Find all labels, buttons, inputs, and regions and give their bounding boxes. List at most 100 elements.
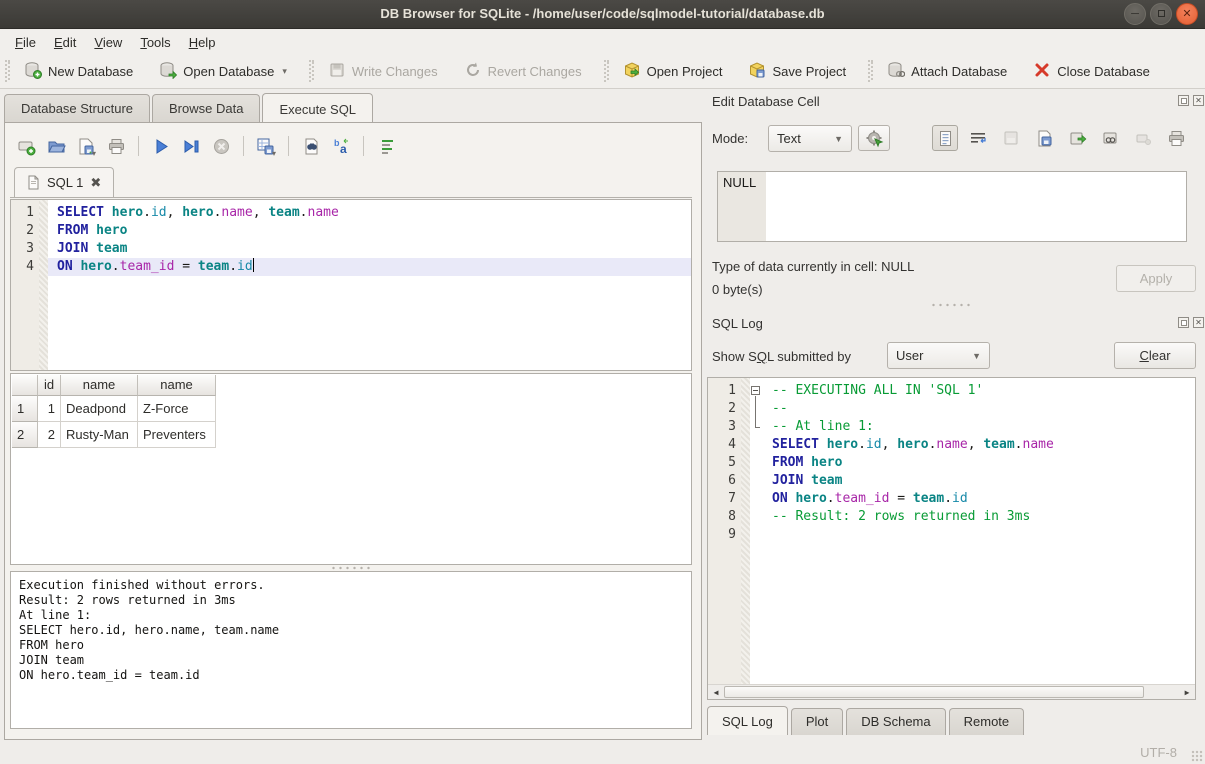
menu-help[interactable]: Help	[180, 32, 225, 53]
attach-database-icon	[887, 61, 905, 82]
code-token: -- EXECUTING ALL IN 'SQL 1'	[772, 383, 983, 398]
mode-select[interactable]: Text▼	[768, 125, 852, 152]
maximize-icon[interactable]	[1150, 3, 1172, 25]
set-as-link-icon[interactable]	[1097, 125, 1123, 151]
print-cell-icon[interactable]	[1163, 125, 1189, 151]
table-cell[interactable]: Deadpond	[61, 396, 138, 422]
scroll-right-icon[interactable]: ▶	[1180, 686, 1194, 699]
import-cell-icon[interactable]	[998, 125, 1024, 151]
execute-line-icon[interactable]	[179, 134, 203, 158]
export-cell-icon[interactable]	[1031, 125, 1057, 151]
code-token: .	[300, 205, 308, 220]
line-number: 4	[708, 436, 741, 454]
menu-file[interactable]: File	[6, 32, 45, 53]
table-cell[interactable]: Rusty-Man	[61, 422, 138, 448]
column-header-name[interactable]: name	[138, 375, 216, 396]
close-icon[interactable]: ✕	[1176, 3, 1198, 25]
dock-tab-remote[interactable]: Remote	[949, 708, 1025, 735]
print-icon[interactable]	[104, 134, 128, 158]
toolbar-button-label: Save Project	[772, 64, 846, 79]
code-token: name	[221, 205, 252, 220]
word-wrap-icon[interactable]	[965, 125, 991, 151]
code-token: id	[237, 259, 253, 274]
fold-collapse-icon[interactable]	[751, 386, 760, 395]
encoding-indicator[interactable]: UTF-8	[1140, 745, 1177, 760]
save-as-icon[interactable]	[1064, 125, 1090, 151]
execute-all-icon[interactable]	[149, 134, 173, 158]
close-panel-icon[interactable]: ✕	[1193, 317, 1204, 328]
results-table[interactable]: idnamename11DeadpondZ-Force22Rusty-ManPr…	[10, 373, 692, 565]
replace-icon[interactable]: ba	[329, 134, 353, 158]
column-header-name[interactable]: name	[61, 375, 138, 396]
save-sql-file-icon[interactable]: ▾	[74, 134, 98, 158]
column-header-id[interactable]: id	[38, 375, 61, 396]
dock-tab-sql-log[interactable]: SQL Log	[707, 706, 788, 735]
close-database-button[interactable]: Close Database	[1024, 57, 1159, 86]
code-token: id	[866, 437, 882, 452]
code-token: ON	[772, 491, 788, 506]
save-results-icon-dropdown[interactable]: ▾	[272, 149, 276, 158]
grid-corner-cell[interactable]	[12, 375, 38, 396]
code-token: hero	[80, 259, 111, 274]
clear-log-button[interactable]: Clear	[1114, 342, 1196, 369]
row-header[interactable]: 1	[12, 396, 38, 422]
float-panel-icon[interactable]	[1178, 95, 1189, 106]
code-token: SELECT	[772, 437, 819, 452]
tab-browse-data[interactable]: Browse Data	[152, 94, 260, 123]
menu-view[interactable]: View	[85, 32, 131, 53]
dock-tab-plot[interactable]: Plot	[791, 708, 843, 735]
new-database-button[interactable]: New Database	[15, 57, 142, 86]
cell-value-editor[interactable]: NULL	[717, 171, 1187, 242]
text-view-icon[interactable]	[932, 125, 958, 151]
sql-code[interactable]: SELECT hero.id, hero.name, team.nameFROM…	[48, 200, 691, 276]
apply-button[interactable]: Apply	[1116, 265, 1196, 292]
sql-tab-bar: SQL 1 ✖	[10, 168, 692, 198]
set-null-icon[interactable]	[1130, 125, 1156, 151]
open-database-button[interactable]: Open Database▾	[150, 57, 296, 86]
table-cell[interactable]: Preventers	[138, 422, 216, 448]
menu-tools[interactable]: Tools	[131, 32, 179, 53]
table-cell[interactable]: 1	[38, 396, 61, 422]
scrollbar-thumb[interactable]	[724, 686, 1144, 698]
save-sql-file-icon-dropdown[interactable]: ▾	[92, 149, 96, 158]
format-sql-icon[interactable]	[374, 134, 398, 158]
dropdown-arrow-icon[interactable]: ▾	[282, 66, 287, 77]
sql-log-editor[interactable]: 123456789 -- EXECUTING ALL IN 'SQL 1'---…	[707, 377, 1196, 700]
tab-database-structure[interactable]: Database Structure	[4, 94, 150, 123]
log-code[interactable]: -- EXECUTING ALL IN 'SQL 1'---- At line …	[763, 378, 1195, 544]
scroll-left-icon[interactable]: ◀	[709, 686, 723, 699]
resize-grip[interactable]	[1191, 750, 1203, 762]
dock-splitter-handle[interactable]	[930, 303, 972, 307]
open-sql-file-icon[interactable]	[44, 134, 68, 158]
attach-database-button[interactable]: Attach Database	[878, 57, 1016, 86]
find-icon[interactable]	[299, 134, 323, 158]
close-panel-icon[interactable]: ✕	[1193, 95, 1204, 106]
tab-execute-sql[interactable]: Execute SQL	[262, 93, 373, 124]
new-sql-tab-icon[interactable]	[14, 134, 38, 158]
chevron-down-icon: ▼	[834, 134, 843, 144]
edit-cell-title: Edit Database Cell	[712, 94, 820, 109]
dock-tab-db-schema[interactable]: DB Schema	[846, 708, 945, 735]
stop-icon[interactable]	[209, 134, 233, 158]
code-token: id	[952, 491, 968, 506]
horizontal-scrollbar[interactable]: ◀ ▶	[708, 684, 1195, 699]
splitter-handle[interactable]	[330, 566, 372, 570]
table-cell[interactable]: 2	[38, 422, 61, 448]
write-changes-button[interactable]: Write Changes	[319, 57, 447, 86]
close-sql-tab-icon[interactable]: ✖	[90, 175, 101, 191]
minimize-icon[interactable]: ─	[1124, 3, 1146, 25]
open-project-button[interactable]: Open Project	[614, 57, 732, 86]
execution-message[interactable]: Execution finished without errors. Resul…	[10, 571, 692, 729]
code-token: team_id	[835, 491, 890, 506]
table-cell[interactable]: Z-Force	[138, 396, 216, 422]
sql-tab[interactable]: SQL 1 ✖	[14, 167, 114, 197]
save-project-button[interactable]: Save Project	[739, 57, 855, 86]
save-results-icon[interactable]: ▾	[254, 134, 278, 158]
float-panel-icon[interactable]	[1178, 317, 1189, 328]
menu-edit[interactable]: Edit	[45, 32, 85, 53]
log-filter-select[interactable]: User▼	[887, 342, 990, 369]
auto-switch-mode-button[interactable]	[858, 125, 890, 151]
row-header[interactable]: 2	[12, 422, 38, 448]
revert-changes-button[interactable]: Revert Changes	[455, 57, 591, 86]
sql-editor[interactable]: 1234 SELECT hero.id, hero.name, team.nam…	[10, 199, 692, 371]
